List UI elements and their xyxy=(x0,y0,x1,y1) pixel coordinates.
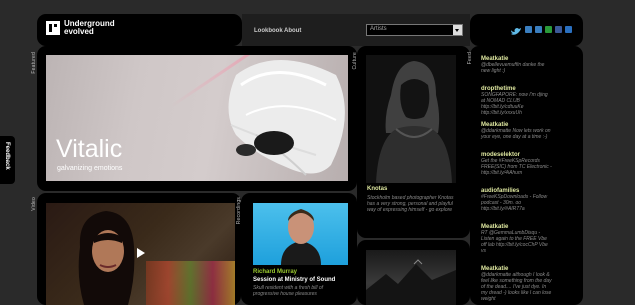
feedback-label: Feedback xyxy=(4,142,10,170)
nav-about[interactable]: About xyxy=(284,28,301,34)
delicious-icon[interactable] xyxy=(535,26,542,33)
feed-item: audiofamilies #FreeKSpDownloads - Follow… xyxy=(481,188,553,212)
feed-item: Meatkatie @dbellevuemuffin danke the new… xyxy=(481,56,553,74)
video-thumbnail[interactable] xyxy=(46,203,235,305)
featured-image[interactable]: Vitalic galvanizing emotions xyxy=(46,55,348,181)
feed-item: modeselektor Get the #FreeKSpRecords FRE… xyxy=(481,152,553,176)
culture-image-2[interactable] xyxy=(366,250,456,305)
logo[interactable]: Underground evolved xyxy=(64,20,115,36)
feed-text: #FreeKSpDownloads - Follow podcast - 30m… xyxy=(481,194,548,212)
man-portrait xyxy=(281,209,321,265)
market-lights xyxy=(146,261,235,305)
recording-text: Skull resident with a fresh bill of prog… xyxy=(253,285,324,297)
logo-icon[interactable] xyxy=(46,21,60,35)
linkedin-icon[interactable] xyxy=(525,26,532,33)
recording-title[interactable]: Session at Ministry of Sound xyxy=(253,277,335,283)
hooded-figure xyxy=(376,61,452,183)
culture-text: Stockholm based photographer Knotas has … xyxy=(367,195,454,213)
feed-text: @ddarkmatte although I look & feel like … xyxy=(481,272,552,302)
culture-image[interactable] xyxy=(366,55,456,183)
landscape-graphic xyxy=(366,259,456,305)
section-label-recordings: Recordings xyxy=(236,197,242,225)
feed-text: RT @GemmaLumbDisqu - Listen again to the… xyxy=(481,230,548,254)
featured-subtitle: galvanizing emotions xyxy=(57,165,123,172)
section-label-video: Video xyxy=(31,197,37,211)
feed-item: Meatkatie RT @GemmaLumbDisqu - Listen ag… xyxy=(481,224,553,254)
lastfm-icon[interactable] xyxy=(545,26,552,33)
recording-image[interactable] xyxy=(253,203,348,265)
artist-select-value: Artists xyxy=(370,26,387,32)
artist-select[interactable]: Artists xyxy=(366,24,463,36)
feed-item: Meatkatie @ddarkmatte Now lets work on y… xyxy=(481,122,553,140)
feed-item: dropthetime SONGFAPORE: now I'm djing at… xyxy=(481,86,553,116)
twitter-bird-icon[interactable] xyxy=(510,24,522,42)
featured-title: Vitalic xyxy=(56,135,123,163)
nav-lookbook[interactable]: Lookbook xyxy=(254,28,283,34)
section-label-feed: Feed xyxy=(467,52,473,65)
recording-artist[interactable]: Richard Murray xyxy=(253,269,297,275)
feed-item: Meatkatie @ddarkmatte although I look & … xyxy=(481,266,553,302)
section-label-culture: Culture xyxy=(352,52,358,70)
feed-text: @dbellevuemuffin danke the new light :) xyxy=(481,62,545,74)
play-icon[interactable] xyxy=(136,247,146,259)
rss-icon[interactable] xyxy=(565,26,572,33)
feed-text: @ddarkmatte Now lets work on your eye, o… xyxy=(481,128,551,140)
feed-text: SONGFAPORE: now I'm djing at NOMAD CLUB … xyxy=(481,92,548,116)
section-label-featured: Featured xyxy=(31,52,37,74)
culture-title[interactable]: Knotas xyxy=(367,186,387,192)
facebook-icon[interactable] xyxy=(555,26,562,33)
feed-text: Get the #FreeKSpRecords FREE(SIC) from T… xyxy=(481,158,552,176)
chevron-down-icon[interactable] xyxy=(453,25,462,35)
woman-figure xyxy=(78,211,135,305)
logo-line2: evolved xyxy=(64,27,94,36)
dog-hair-graphic xyxy=(228,60,345,176)
